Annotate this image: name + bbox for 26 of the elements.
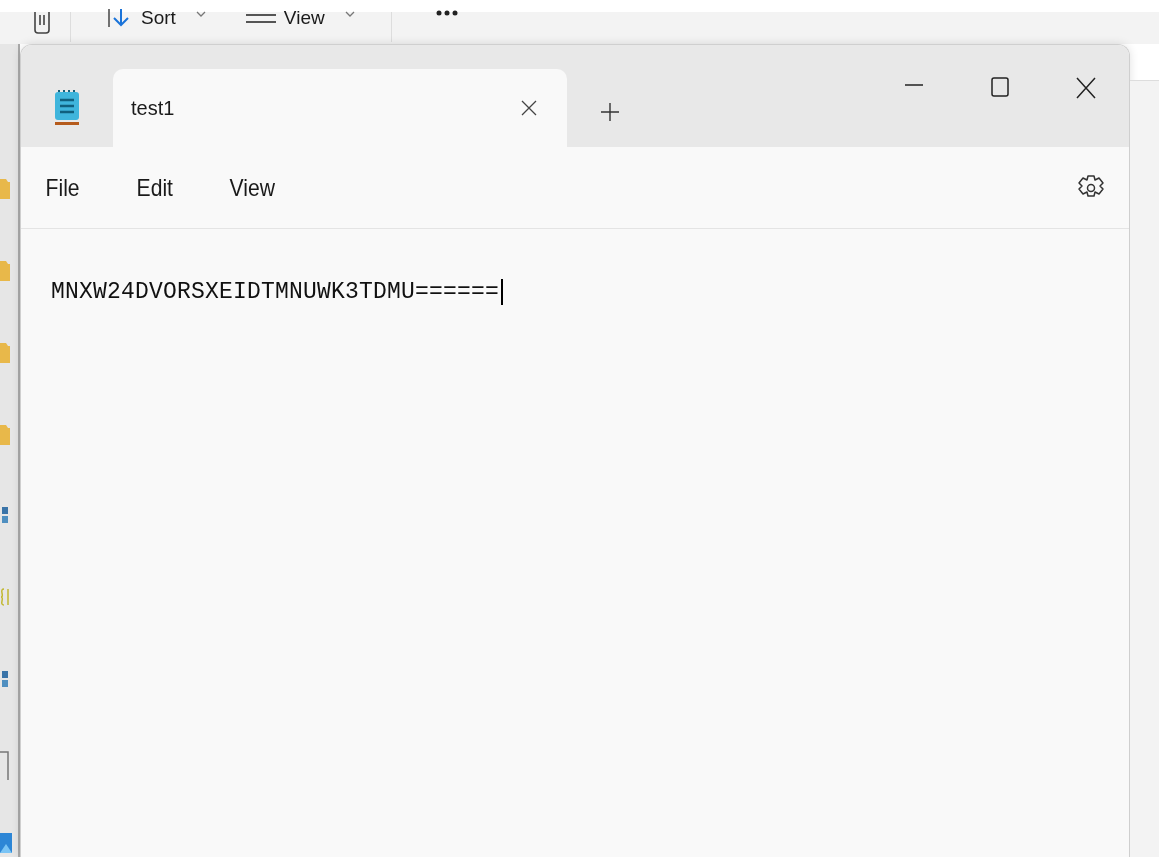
folder-icon xyxy=(0,423,10,445)
chevron-icon xyxy=(344,11,355,17)
python-icon xyxy=(0,505,10,525)
menu-item[interactable]: File xyxy=(35,167,91,208)
menu-item[interactable]: Edit xyxy=(125,167,184,208)
json-icon xyxy=(0,587,10,607)
folder-icon xyxy=(0,341,10,363)
folder-icon xyxy=(0,177,10,199)
sort-button[interactable]: Sort xyxy=(87,8,226,28)
chevron-icon xyxy=(195,11,206,17)
document-tab[interactable]: test1 xyxy=(113,69,567,147)
python-icon xyxy=(0,669,10,689)
menu-item[interactable]: View xyxy=(219,167,286,208)
close-icon[interactable] xyxy=(1076,77,1096,99)
file-icon xyxy=(0,751,10,781)
tab-title: test1 xyxy=(131,96,176,120)
view-button[interactable]: View xyxy=(225,8,375,28)
more-icon[interactable] xyxy=(435,10,458,16)
folder-icon xyxy=(0,259,10,281)
image-icon xyxy=(0,833,12,853)
document-text: MNXW24DVORSXEIDTMNUWK3TDMU====== xyxy=(51,279,504,305)
maximize-icon[interactable] xyxy=(990,77,1010,97)
close-icon[interactable] xyxy=(521,100,537,116)
notepad-icon xyxy=(54,90,80,126)
view-icon xyxy=(245,11,276,25)
new-tab-icon[interactable] xyxy=(601,103,619,121)
